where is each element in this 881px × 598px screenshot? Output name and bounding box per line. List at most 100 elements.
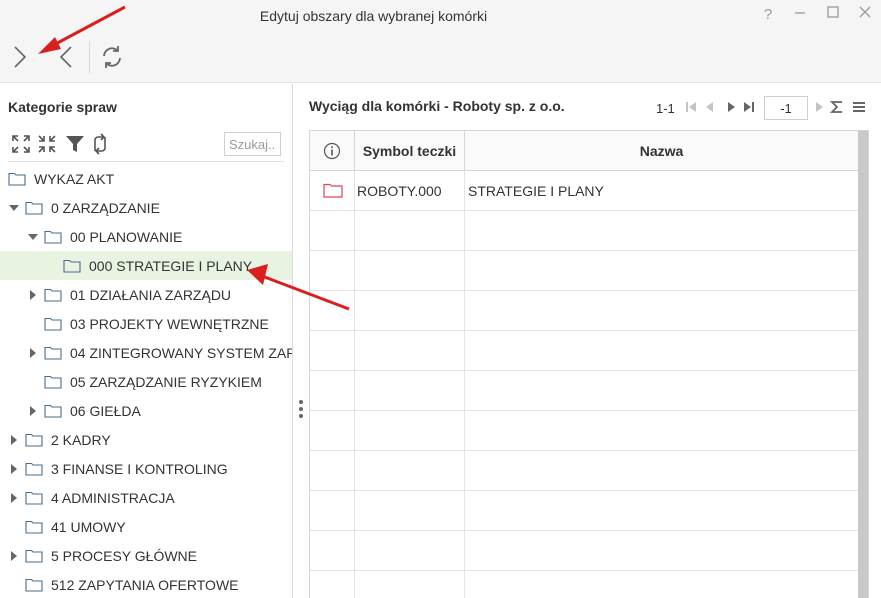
row-icon-cell xyxy=(310,531,355,570)
maximize-button[interactable] xyxy=(823,5,843,25)
next-page-button[interactable] xyxy=(724,99,738,115)
expand-all-button[interactable] xyxy=(10,133,32,155)
tree-node[interactable]: WYKAZ AKT xyxy=(0,164,292,193)
tree-node[interactable]: 0 ZARZĄDZANIE xyxy=(0,193,292,222)
tree-search-input[interactable] xyxy=(224,132,281,156)
collapsed-arrow-icon[interactable] xyxy=(28,348,38,358)
folder-icon xyxy=(25,578,43,592)
expanded-arrow-icon[interactable] xyxy=(28,232,38,242)
filter-icon xyxy=(66,136,84,152)
tree-node[interactable]: 2 KADRY xyxy=(0,425,292,454)
tree-node[interactable]: 000 STRATEGIE I PLANY xyxy=(0,251,292,280)
next-page-icon xyxy=(728,102,735,112)
collapsed-arrow-icon[interactable] xyxy=(9,464,19,474)
expanded-arrow-icon[interactable] xyxy=(9,203,19,213)
prev-page-icon xyxy=(706,102,713,112)
menu-button[interactable] xyxy=(852,99,866,115)
symbol-cell: ROBOTY.000 xyxy=(355,171,465,210)
go-button[interactable] xyxy=(812,99,826,115)
expand-all-icon xyxy=(12,135,30,153)
folder-icon xyxy=(44,346,62,360)
sync-button[interactable] xyxy=(89,133,111,155)
minimize-icon xyxy=(795,12,805,14)
refresh-icon xyxy=(103,46,121,68)
tree-node[interactable]: 3 FINANSE I KONTROLING xyxy=(0,454,292,483)
tree-node-label: 05 ZARZĄDZANIE RYZYKIEM xyxy=(70,374,262,390)
minimize-button[interactable] xyxy=(790,5,810,25)
info-column-header[interactable] xyxy=(310,131,355,171)
title-bar: Edytuj obszary dla wybranej komórki ? xyxy=(0,0,881,33)
collapse-all-button[interactable] xyxy=(36,133,58,155)
name-cell xyxy=(465,571,858,598)
filter-button[interactable] xyxy=(64,133,86,155)
symbol-cell xyxy=(355,451,465,490)
go-icon xyxy=(816,102,823,112)
empty-table-row xyxy=(310,491,858,531)
previous-icon xyxy=(59,46,72,68)
previous-button[interactable] xyxy=(52,43,80,71)
tree-node[interactable]: 41 UMOWY xyxy=(0,512,292,541)
panel-splitter[interactable] xyxy=(293,84,309,598)
tree-node[interactable]: 4 ADMINISTRACJA xyxy=(0,483,292,512)
tree-node[interactable]: 05 ZARZĄDZANIE RYZYKIEM xyxy=(0,367,292,396)
tree-node-label: 2 KADRY xyxy=(51,432,111,448)
prev-page-button[interactable] xyxy=(703,99,717,115)
close-button[interactable] xyxy=(855,5,875,25)
tree-node[interactable]: 06 GIEŁDA xyxy=(0,396,292,425)
collapse-all-icon xyxy=(38,135,56,153)
symbol-cell xyxy=(355,331,465,370)
first-page-button[interactable] xyxy=(684,99,698,115)
empty-table-row xyxy=(310,211,858,251)
tree-node[interactable]: 5 PROCESY GŁÓWNE xyxy=(0,541,292,570)
name-cell xyxy=(465,531,858,570)
row-icon-cell xyxy=(310,211,355,250)
row-icon-cell xyxy=(310,451,355,490)
collapsed-arrow-icon[interactable] xyxy=(9,493,19,503)
tree-node[interactable]: 512 ZAPYTANIA OFERTOWE xyxy=(0,570,292,598)
name-cell xyxy=(465,291,858,330)
help-button[interactable]: ? xyxy=(758,5,778,25)
window-title: Edytuj obszary dla wybranej komórki xyxy=(259,8,488,24)
page-input[interactable] xyxy=(764,96,808,120)
name-column-header[interactable]: Nazwa xyxy=(465,131,858,171)
symbol-cell xyxy=(355,291,465,330)
folder-icon xyxy=(44,404,62,418)
empty-table-row xyxy=(310,291,858,331)
sum-icon xyxy=(829,101,842,113)
sync-icon xyxy=(94,133,106,155)
last-page-button[interactable] xyxy=(742,99,756,115)
sum-button[interactable] xyxy=(829,99,844,115)
name-cell xyxy=(465,451,858,490)
name-cell xyxy=(465,491,858,530)
row-icon-cell xyxy=(310,571,355,598)
folder-icon xyxy=(63,259,81,273)
folder-icon xyxy=(44,317,62,331)
tree-node[interactable]: 03 PROJEKTY WEWNĘTRZNE xyxy=(0,309,292,338)
collapsed-arrow-icon[interactable] xyxy=(28,290,38,300)
grid-scrollbar[interactable] xyxy=(858,131,868,598)
drag-handle-icon[interactable] xyxy=(298,400,304,422)
tree-node[interactable]: 00 PLANOWANIE xyxy=(0,222,292,251)
folder-icon xyxy=(25,549,43,563)
tree-node[interactable]: 04 ZINTEGROWANY SYSTEM ZARZ xyxy=(0,338,292,367)
name-cell: STRATEGIE I PLANY xyxy=(468,183,604,199)
next-button[interactable] xyxy=(6,43,34,71)
symbol-column-header[interactable]: Symbol teczki xyxy=(355,131,465,171)
last-page-icon xyxy=(744,102,754,112)
extract-title: Wyciąg dla komórki - Roboty sp. z o.o. xyxy=(309,98,565,114)
symbol-cell xyxy=(355,251,465,290)
maximize-icon xyxy=(827,6,839,18)
row-icon-cell xyxy=(310,251,355,290)
info-icon xyxy=(323,142,341,160)
name-cell xyxy=(465,411,858,450)
empty-table-row xyxy=(310,531,858,571)
collapsed-arrow-icon[interactable] xyxy=(9,435,19,445)
refresh-button[interactable] xyxy=(98,43,126,71)
toolbar-separator xyxy=(89,41,90,73)
collapsed-arrow-icon[interactable] xyxy=(9,551,19,561)
tree-node[interactable]: 01 DZIAŁANIA ZARZĄDU xyxy=(0,280,292,309)
collapsed-arrow-icon[interactable] xyxy=(28,406,38,416)
table-row[interactable]: ROBOTY.000 STRATEGIE I PLANY xyxy=(310,171,858,211)
row-icon-cell xyxy=(310,491,355,530)
tree-node-label: 01 DZIAŁANIA ZARZĄDU xyxy=(70,287,232,303)
